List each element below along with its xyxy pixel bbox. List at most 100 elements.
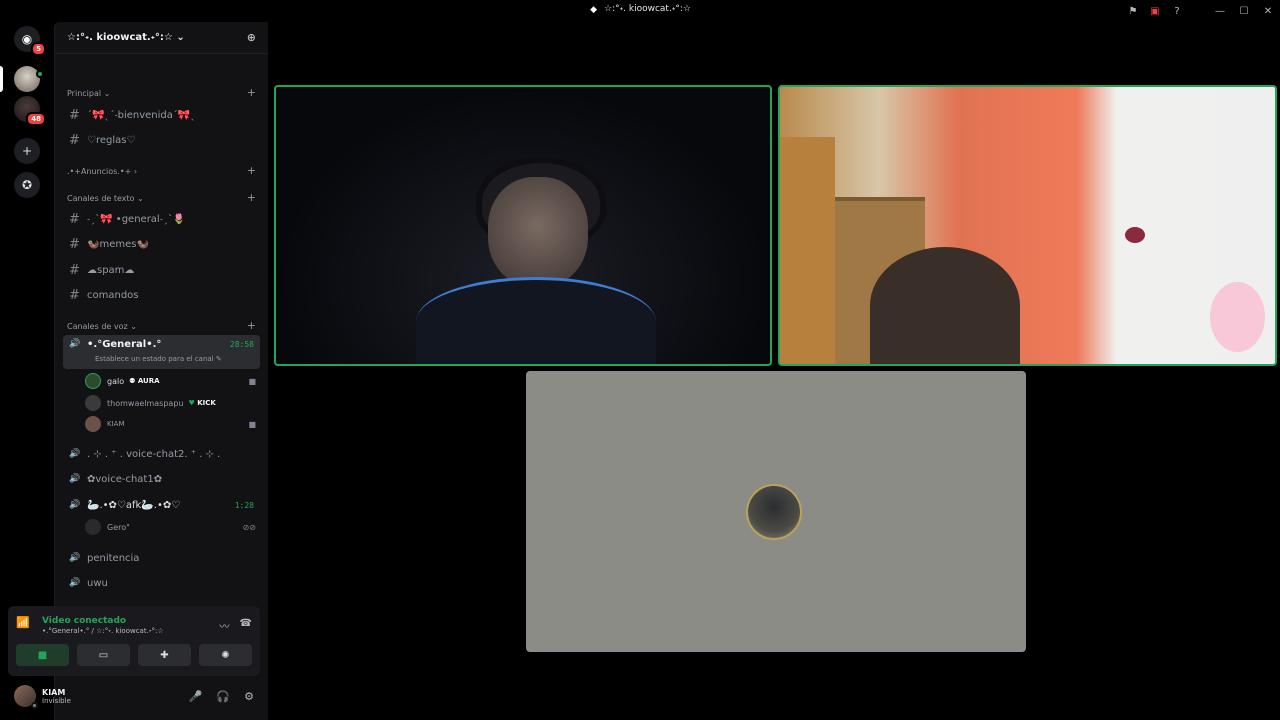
muted-deafened-icon: ⊘⊘ <box>242 522 256 532</box>
speaker-icon: 🔊 <box>69 500 81 510</box>
chevron-right-icon: › <box>133 167 138 176</box>
close-button[interactable]: ✕ <box>1256 0 1280 22</box>
avatar[interactable] <box>14 685 38 709</box>
channel-status-text[interactable]: Establece un estado para el canal ✎ <box>95 355 222 363</box>
create-channel-icon[interactable]: + <box>247 87 256 98</box>
selected-server-pill <box>0 66 3 92</box>
voice-user-thomwaelmaspapu[interactable]: thomwaelmaspapu ♥ KICK <box>85 393 258 413</box>
user-panel: KIAM Invisible 🎤 🎧 ⚙ <box>8 678 260 714</box>
discord-logo-icon: ◆ <box>590 5 597 15</box>
hash-icon: # <box>69 211 80 227</box>
inbox-flag-icon[interactable]: ⚑ <box>1122 0 1144 22</box>
server-name: ☆:°˖. kioowcat.˖°:☆ <box>67 32 173 43</box>
speaker-icon: 🔊 <box>69 449 81 459</box>
explore-servers-button[interactable]: ✪ <box>14 172 40 198</box>
signal-icon[interactable]: 📶 <box>16 616 34 634</box>
server-mention-badge: 48 <box>26 112 46 126</box>
activities-button[interactable]: ✚ <box>138 644 191 666</box>
create-channel-icon[interactable]: + <box>247 192 256 203</box>
avatar <box>85 416 101 432</box>
screen-share-indicator-icon[interactable]: ▣ <box>1144 0 1166 22</box>
voice-channel-voice-chat2[interactable]: 🔊 . ⊹ . ⁺ . voice-chat2. ⁺ . ⊹ . <box>63 442 260 466</box>
soundboard-button[interactable]: ✺ <box>199 644 252 666</box>
help-icon[interactable]: ? <box>1166 0 1188 22</box>
voice-channel-voice-chat1[interactable]: 🔊 ✿voice-chat1✿ <box>63 467 260 491</box>
speaker-icon: 🔊 <box>69 578 81 588</box>
voice-user-kiam[interactable]: KIAM ■ <box>85 414 258 434</box>
screen-share-icon: ▭ <box>98 649 109 661</box>
user-tag: ♥ KICK <box>188 399 216 407</box>
channel-bienvenida[interactable]: # ˊ🎀ˎˊ˗bienvenidaˊ🎀ˎ <box>63 103 260 127</box>
settings-gear-icon[interactable]: ⚙ <box>244 690 254 703</box>
user-tag: ⚉ AURA <box>129 377 160 385</box>
channel-spam[interactable]: # ☁spam☁ <box>63 258 260 282</box>
category-principal[interactable]: Principal ⌄ + <box>67 87 256 98</box>
plus-icon: + <box>21 144 33 158</box>
speaker-icon: 🔊 <box>69 474 81 484</box>
video-tile-kiam-camera-off[interactable] <box>526 371 1026 652</box>
category-texto[interactable]: Canales de texto ⌄ + <box>67 192 256 203</box>
avatar <box>85 395 101 411</box>
invite-people-icon[interactable]: ⊕ <box>247 31 256 44</box>
screen-share-button[interactable]: ▭ <box>77 644 130 666</box>
voice-status[interactable]: Video conectado <box>42 616 164 626</box>
voice-channel-path[interactable]: •.°General•.° / ☆:°˖. kioowcat.˖°:☆ <box>42 627 164 635</box>
camera-icon: ■ <box>248 419 256 429</box>
title-bar: ◆ ☆:°˖. kioowcat.˖°:☆ ⚑ ▣ ? — ☐ ✕ <box>0 0 1280 22</box>
discord-logo-icon: ◉ <box>21 32 33 46</box>
voice-user-gero[interactable]: Gero" ⊘⊘ <box>85 517 258 537</box>
channel-reglas[interactable]: # ♡reglas♡ <box>63 128 260 152</box>
maximize-button[interactable]: ☐ <box>1232 0 1256 22</box>
noise-suppression-icon[interactable]: 〰 <box>220 618 230 633</box>
channel-memes[interactable]: # 🦦memes🦦 <box>63 232 260 256</box>
activities-icon: ✚ <box>160 649 169 661</box>
minimize-button[interactable]: — <box>1208 0 1232 22</box>
voice-channel-uwu[interactable]: 🔊 uwu <box>63 571 260 595</box>
camera-icon: ■ <box>37 649 48 661</box>
avatar <box>85 519 101 535</box>
server-other[interactable]: 48 <box>14 96 46 126</box>
voice-connection-panel: 📶 Video conectado •.°General•.° / ☆:°˖. … <box>8 606 260 676</box>
server-unread-badge <box>36 70 44 78</box>
compass-icon: ✪ <box>21 178 33 192</box>
speaker-icon: 🔊 <box>69 339 81 349</box>
direct-messages-button[interactable]: ◉ 5 <box>14 26 46 56</box>
chevron-down-icon: ⌄ <box>103 89 111 98</box>
create-channel-icon[interactable]: + <box>247 320 256 331</box>
create-channel-icon[interactable]: + <box>247 165 256 176</box>
chevron-down-icon: ⌄ <box>137 194 144 203</box>
pencil-icon: ✎ <box>215 355 222 363</box>
hash-icon: # <box>69 236 80 252</box>
avatar <box>746 484 802 540</box>
server-header[interactable]: ☆:°˖. kioowcat.˖°:☆ ⌄ ⊕ <box>55 22 268 54</box>
username[interactable]: KIAM <box>42 688 71 697</box>
avatar <box>85 373 101 389</box>
server-kioowcat[interactable] <box>14 66 44 92</box>
soundboard-icon: ✺ <box>221 649 230 661</box>
webcam-video <box>780 87 1275 364</box>
voice-user-galo[interactable]: galo ⚉ AURA ■ <box>85 371 258 391</box>
dm-unread-badge: 5 <box>31 42 46 56</box>
voice-timer: 1:28 <box>234 500 254 510</box>
category-anuncios[interactable]: .•+Anuncios.•+ › + <box>67 165 256 176</box>
voice-channel-afk[interactable]: 🔊 🦢.•✿♡afk🦢.•✿♡ 1:28 <box>63 493 260 517</box>
voice-channel-penitencia[interactable]: 🔊 penitencia <box>63 546 260 570</box>
user-status[interactable]: Invisible <box>42 697 71 705</box>
microphone-icon[interactable]: 🎤 <box>189 690 203 703</box>
add-server-button[interactable]: + <box>14 138 40 164</box>
channel-comandos[interactable]: # comandos <box>63 283 260 307</box>
webcam-video <box>396 157 656 364</box>
hash-icon: # <box>69 287 80 303</box>
hash-icon: # <box>69 107 80 123</box>
voice-channel-general[interactable]: 🔊 •.°General•.° 28:58 Establece un estad… <box>63 335 260 369</box>
video-tile-thomwaelmaspapu[interactable] <box>778 85 1277 366</box>
camera-button[interactable]: ■ <box>16 644 69 666</box>
speaker-icon: 🔊 <box>69 553 81 563</box>
window-title: ◆ ☆:°˖. kioowcat.˖°:☆ <box>590 4 691 15</box>
disconnect-icon[interactable]: ☎ <box>240 618 252 633</box>
headphones-icon[interactable]: 🎧 <box>216 690 230 703</box>
camera-icon: ■ <box>248 376 256 386</box>
video-tile-galo[interactable] <box>274 85 772 366</box>
channel-general[interactable]: # ˗ˏˋ🎀 •general˗ˏˋ🌷 <box>63 207 260 231</box>
category-voz[interactable]: Canales de voz ⌄ + <box>67 320 256 331</box>
